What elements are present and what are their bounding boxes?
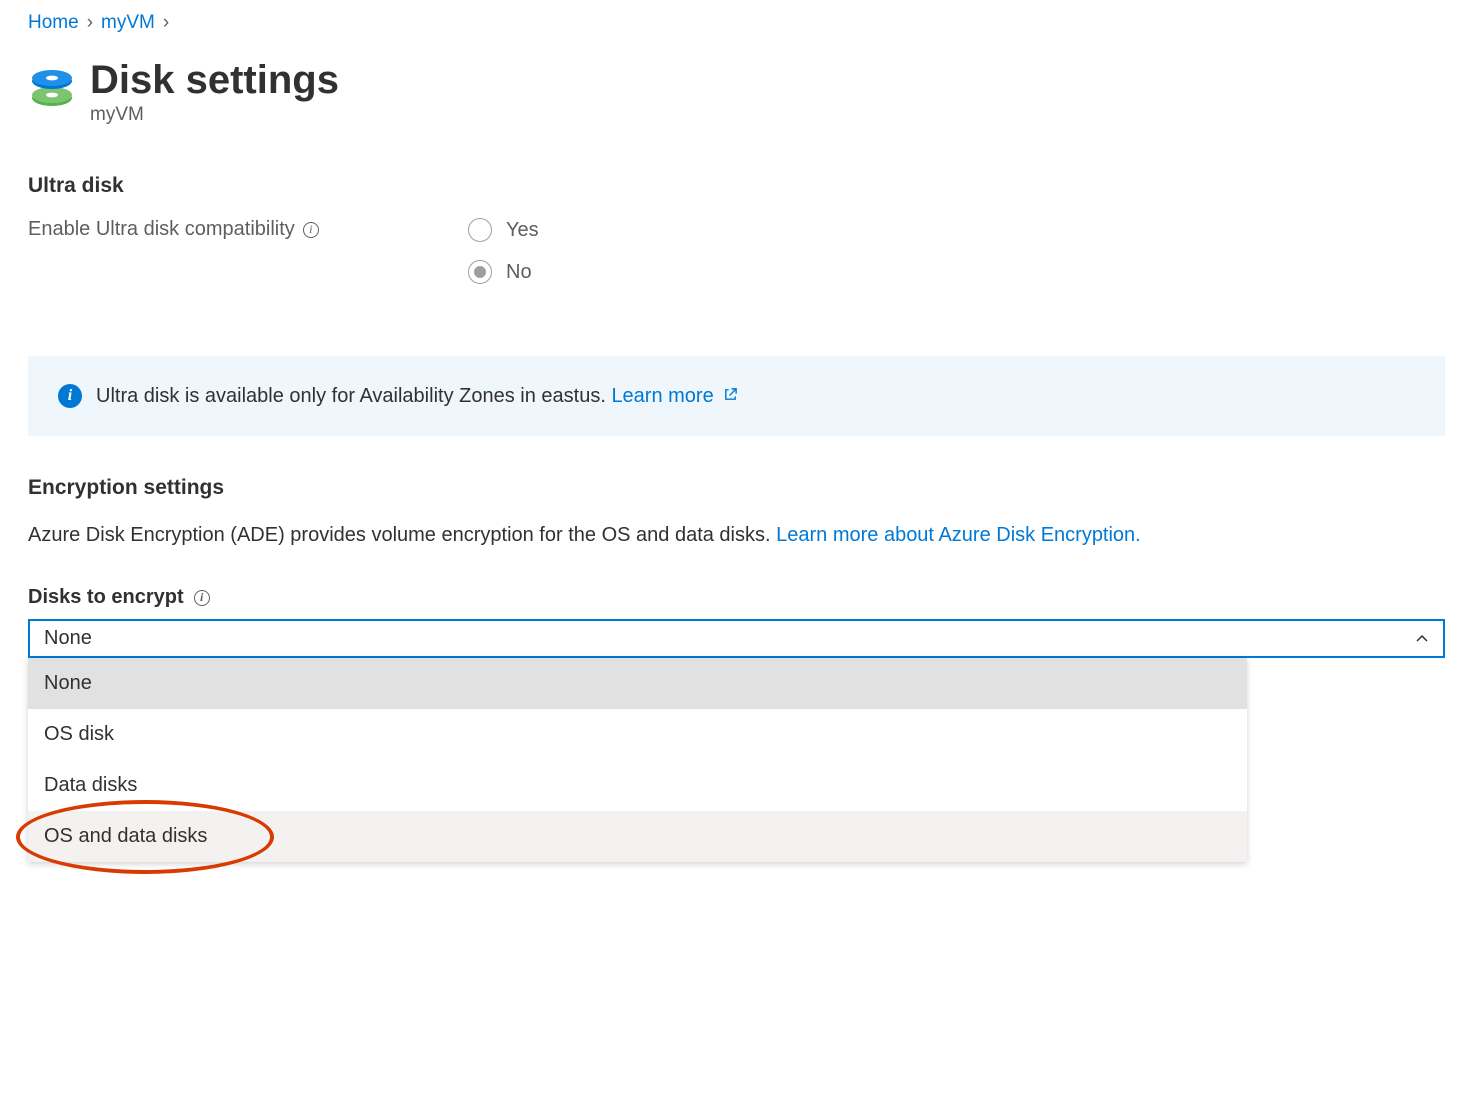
- radio-label-no: No: [506, 261, 532, 284]
- encryption-learn-more-link[interactable]: Learn more about Azure Disk Encryption.: [776, 524, 1141, 546]
- dropdown-item-os-disk[interactable]: OS disk: [28, 709, 1247, 760]
- radio-icon: [468, 218, 492, 242]
- disks-icon: [28, 64, 76, 112]
- radio-icon: [468, 260, 492, 284]
- info-icon[interactable]: i: [303, 222, 319, 238]
- info-banner: i Ultra disk is available only for Avail…: [28, 356, 1445, 436]
- banner-learn-more-link[interactable]: Learn more: [611, 385, 738, 407]
- encryption-heading: Encryption settings: [28, 476, 1445, 500]
- dropdown-item-data-disks[interactable]: Data disks: [28, 760, 1247, 811]
- ultradisk-label: Enable Ultra disk compatibility: [28, 218, 295, 241]
- ultradisk-section: Ultra disk Enable Ultra disk compatibili…: [28, 174, 1445, 284]
- dropdown-item-none[interactable]: None: [28, 658, 1247, 709]
- breadcrumb-home[interactable]: Home: [28, 12, 79, 34]
- encryption-section: Encryption settings Azure Disk Encryptio…: [28, 476, 1445, 658]
- banner-text: Ultra disk is available only for Availab…: [96, 385, 606, 407]
- dropdown-trigger[interactable]: None: [28, 619, 1445, 658]
- page-subtitle: myVM: [90, 104, 339, 126]
- dropdown-selected-value: None: [44, 627, 92, 650]
- breadcrumb-myvm[interactable]: myVM: [101, 12, 155, 34]
- dropdown-list: None OS disk Data disks OS and data disk…: [28, 658, 1247, 862]
- ultradisk-radio-yes[interactable]: Yes: [468, 218, 539, 242]
- disks-to-encrypt-dropdown: None None OS disk Data disks OS and data…: [28, 619, 1445, 658]
- chevron-right-icon: ›: [87, 12, 93, 34]
- breadcrumb: Home › myVM ›: [28, 12, 1445, 34]
- banner-link-label: Learn more: [611, 385, 713, 407]
- chevron-right-icon: ›: [163, 12, 169, 34]
- page-header: Disk settings myVM: [28, 58, 1445, 126]
- external-link-icon: [723, 387, 738, 402]
- info-icon: i: [58, 384, 82, 408]
- chevron-up-icon: [1415, 632, 1429, 646]
- disks-to-encrypt-label: Disks to encrypt: [28, 586, 184, 609]
- page-title: Disk settings: [90, 58, 339, 102]
- info-icon[interactable]: i: [194, 590, 210, 606]
- dropdown-item-os-and-data-disks[interactable]: OS and data disks: [28, 811, 1247, 862]
- ultradisk-radio-no[interactable]: No: [468, 260, 539, 284]
- ultradisk-radio-group: Yes No: [468, 218, 539, 284]
- ultradisk-heading: Ultra disk: [28, 174, 1445, 198]
- encryption-desc-text: Azure Disk Encryption (ADE) provides vol…: [28, 524, 776, 546]
- radio-label-yes: Yes: [506, 219, 539, 242]
